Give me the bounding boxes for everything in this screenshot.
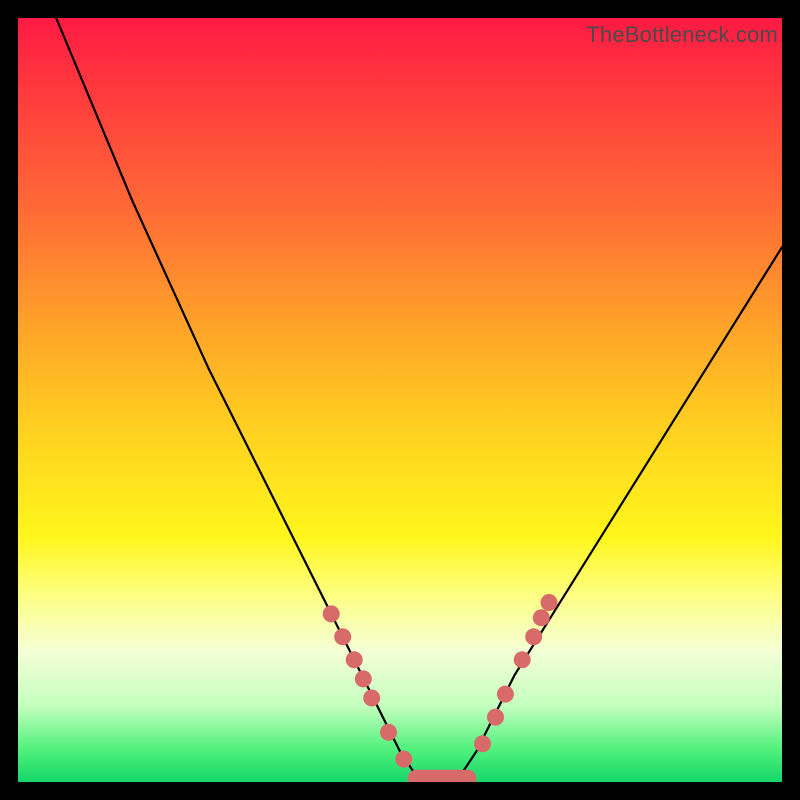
highlight-dot (514, 651, 531, 668)
chart-frame: TheBottleneck.com (0, 0, 800, 800)
highlight-dot (363, 690, 380, 707)
highlight-dot (533, 609, 550, 626)
highlight-dot (541, 594, 558, 611)
highlight-dot (497, 686, 514, 703)
bottleneck-curve (56, 18, 782, 782)
highlight-dot (346, 651, 363, 668)
highlight-dot (355, 670, 372, 687)
highlight-dot (395, 751, 412, 768)
highlight-dot (525, 628, 542, 645)
highlight-dot (487, 709, 504, 726)
valley-bar (408, 770, 477, 782)
highlight-dots (323, 594, 558, 768)
highlight-dot (474, 735, 491, 752)
valley-bar-rect (408, 770, 477, 782)
highlight-dot (380, 724, 397, 741)
chart-svg (18, 18, 782, 782)
highlight-dot (323, 605, 340, 622)
highlight-dot (334, 628, 351, 645)
plot-area (18, 18, 782, 782)
